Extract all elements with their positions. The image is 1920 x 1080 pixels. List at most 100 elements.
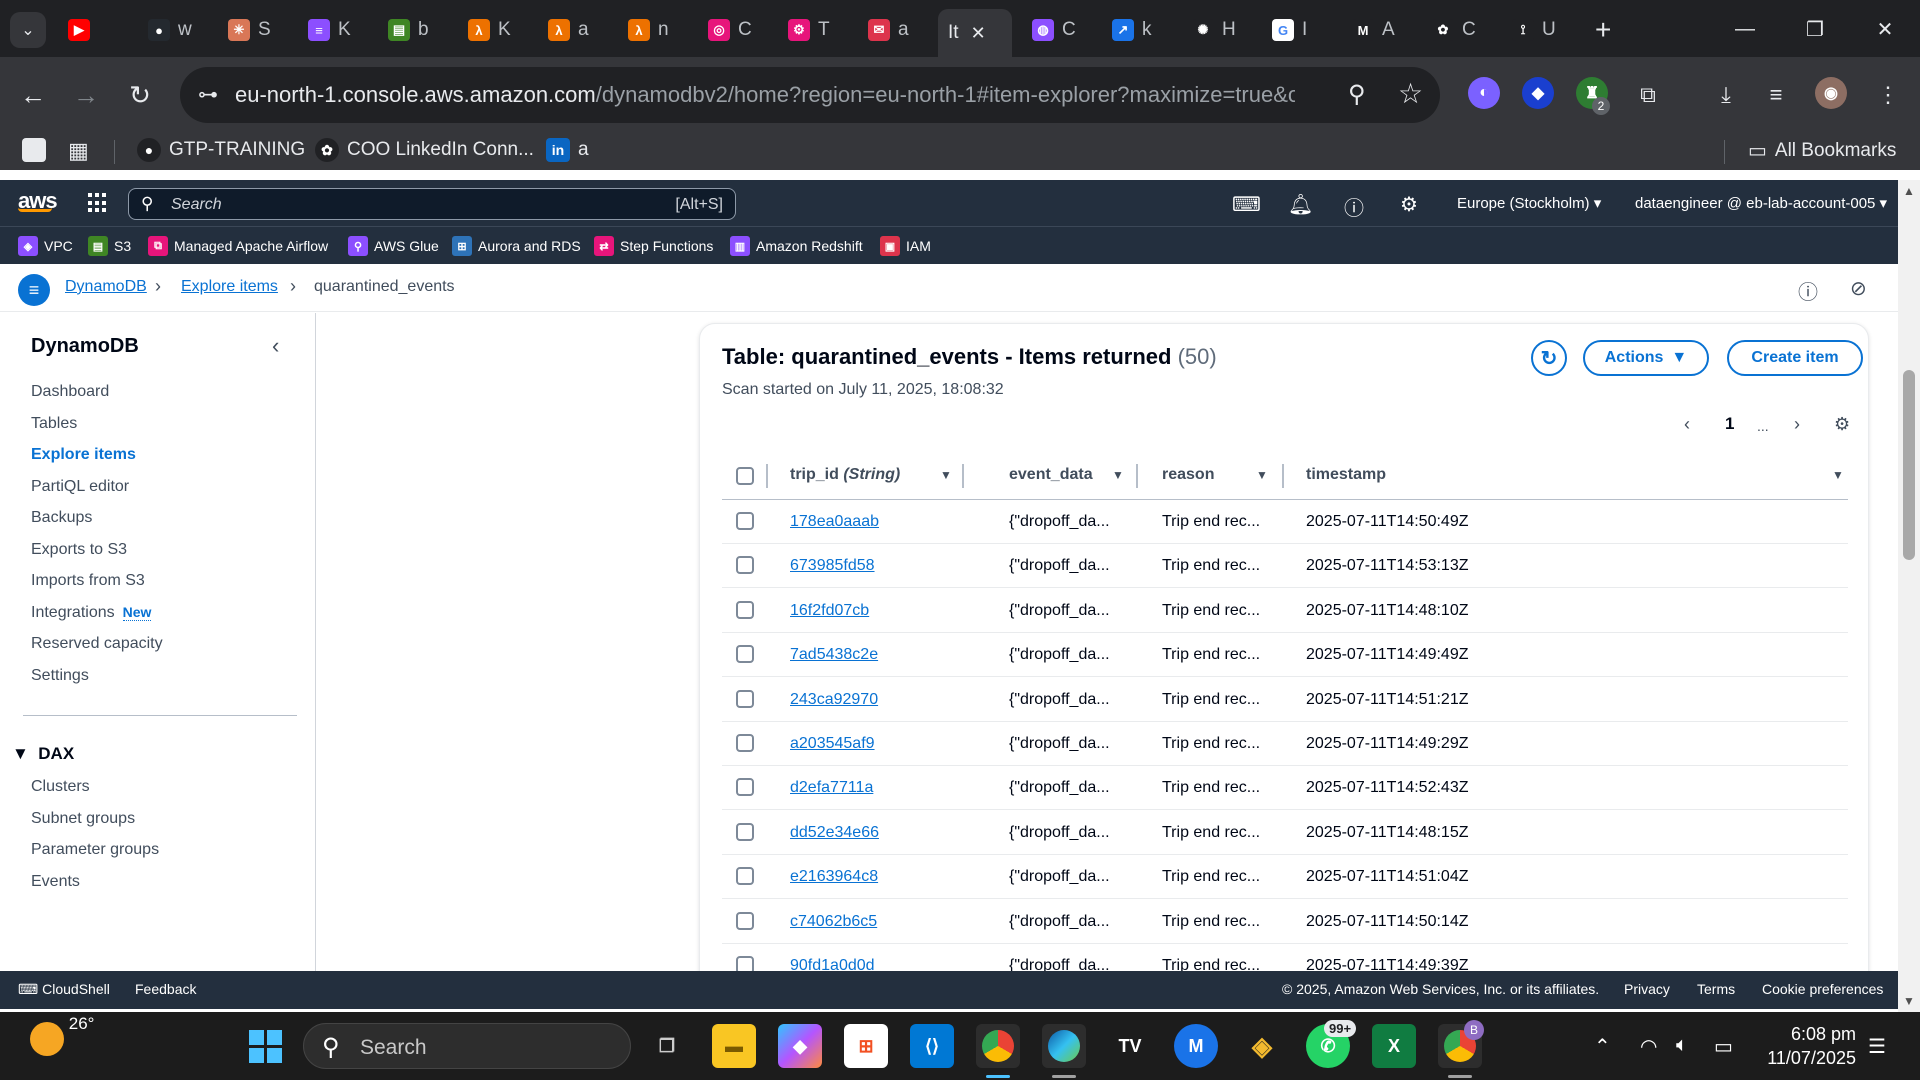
- bookmark-gtp-training[interactable]: ● GTP-TRAINING: [137, 138, 305, 162]
- gmail-tab[interactable]: MA: [1342, 12, 1414, 48]
- row-checkbox[interactable]: [736, 911, 754, 930]
- breadcrumb-dynamodb[interactable]: DynamoDB: [65, 278, 147, 296]
- copilot-icon[interactable]: ◆: [778, 1024, 822, 1068]
- scrollbar-thumb[interactable]: [1903, 370, 1915, 560]
- trip-id-link[interactable]: d2efa7711a: [790, 779, 873, 797]
- row-checkbox[interactable]: [736, 556, 754, 575]
- sort-icon[interactable]: ▼: [940, 468, 952, 482]
- all-bookmarks-button[interactable]: ▭ All Bookmarks: [1748, 138, 1896, 163]
- volume-icon[interactable]: 🔈︎: [1676, 1034, 1688, 1057]
- row-checkbox[interactable]: [736, 512, 754, 530]
- shield-extension-icon[interactable]: ◆: [1522, 77, 1554, 109]
- address-bar[interactable]: ⊶ eu-north-1.console.aws.amazon.com/dyna…: [180, 67, 1440, 123]
- lambda-tab-1[interactable]: λK: [458, 12, 530, 48]
- sidebar-item-dax-parameter-groups[interactable]: Parameter groups: [31, 841, 159, 859]
- table-row[interactable]: a203545af9 {"dropoff_da... Trip end rec...…: [722, 722, 1848, 766]
- sidebar-item-dashboard[interactable]: Dashboard: [31, 383, 109, 401]
- unknown-tab[interactable]: ⟟ U: [1502, 12, 1574, 48]
- privacy-link[interactable]: Privacy: [1624, 981, 1670, 997]
- zoom-icon[interactable]: ⚲: [1348, 80, 1366, 109]
- sidebar-item-imports-from-s3[interactable]: Imports from S3: [31, 572, 145, 590]
- favorite-service-s3[interactable]: ▤ S3: [88, 236, 131, 256]
- create-item-button[interactable]: Create item: [1727, 340, 1863, 376]
- row-checkbox[interactable]: [736, 778, 754, 797]
- github-tab[interactable]: ● w: [138, 12, 210, 48]
- windows-search-box[interactable]: ⚲ Search: [303, 1023, 631, 1069]
- row-checkbox[interactable]: [736, 734, 754, 752]
- bookmark-linkedin[interactable]: in a: [546, 138, 589, 162]
- column-header-event-data[interactable]: event_data: [1009, 466, 1093, 484]
- page-number[interactable]: 1: [1725, 414, 1734, 434]
- bookmark-coo-linkedin[interactable]: ✿ COO LinkedIn Conn...: [315, 138, 534, 162]
- favorite-service-vpc[interactable]: ◈ VPC: [18, 236, 73, 256]
- aws-logo[interactable]: aws: [18, 188, 58, 213]
- favorite-service-amazon-redshift[interactable]: ▥ Amazon Redshift: [730, 236, 863, 256]
- sidebar-item-settings[interactable]: Settings: [31, 667, 89, 685]
- row-checkbox[interactable]: [736, 645, 754, 664]
- new-tab-button[interactable]: +: [1595, 14, 1611, 46]
- row-checkbox[interactable]: [736, 867, 754, 886]
- claude-tab[interactable]: ✳ S: [218, 12, 290, 48]
- column-header-timestamp[interactable]: timestamp: [1306, 466, 1386, 484]
- trip-id-link[interactable]: 243ca92970: [790, 691, 878, 709]
- table-row[interactable]: 7ad5438c2e {"dropoff_da... Trip end rec...…: [722, 633, 1848, 678]
- prev-page-icon[interactable]: ‹: [1684, 414, 1690, 435]
- vscode-icon[interactable]: ⟨⟩: [910, 1024, 954, 1068]
- aws-search-input[interactable]: ⚲ Search [Alt+S]: [128, 188, 736, 220]
- settings-gear-icon[interactable]: ⚙: [1400, 192, 1418, 217]
- microsoft-store-icon[interactable]: ⊞: [844, 1024, 888, 1068]
- preferences-gear-icon[interactable]: ⚙: [1834, 414, 1850, 435]
- notifications-icon[interactable]: ☰: [1868, 1034, 1886, 1059]
- services-menu-icon[interactable]: [88, 193, 108, 213]
- forward-button[interactable]: →: [68, 77, 104, 113]
- refresh-button[interactable]: ↻: [1531, 340, 1567, 376]
- s3-tab[interactable]: ▤ b: [378, 12, 450, 48]
- sidebar-item-tables[interactable]: Tables: [31, 415, 77, 433]
- weather-widget[interactable]: 26°: [30, 1014, 94, 1056]
- side-nav-toggle-icon[interactable]: ≡: [18, 274, 50, 306]
- close-tab-icon[interactable]: ✕: [971, 23, 986, 44]
- extensions-puzzle-icon[interactable]: ⧉: [1630, 77, 1666, 113]
- row-checkbox[interactable]: [736, 689, 754, 708]
- trip-id-link[interactable]: 90fd1a0d0d: [790, 957, 875, 971]
- breadcrumb-explore-items[interactable]: Explore items: [181, 278, 278, 296]
- chrome-menu-icon[interactable]: ⋮: [1870, 77, 1906, 113]
- column-header-trip-id[interactable]: trip_id (String): [790, 466, 900, 484]
- lambda-tab-2[interactable]: λa: [538, 12, 610, 48]
- dax-section-toggle[interactable]: ▼ DAX: [12, 744, 74, 764]
- media-control-icon[interactable]: ≡: [1758, 77, 1794, 113]
- row-checkbox[interactable]: [736, 822, 754, 841]
- metamask-icon[interactable]: M: [1174, 1024, 1218, 1068]
- back-button[interactable]: ←: [15, 77, 51, 113]
- trip-id-link[interactable]: a203545af9: [790, 735, 875, 753]
- wifi-icon[interactable]: ◠: [1640, 1034, 1657, 1059]
- collapse-sidebar-icon[interactable]: ‹: [272, 333, 279, 359]
- sidebar-item-partiql-editor[interactable]: PartiQL editor: [31, 478, 129, 496]
- cloudwatch-tab[interactable]: ◎ C: [698, 12, 770, 48]
- tab-search-button[interactable]: ⌄: [10, 12, 46, 48]
- sidebar-item-exports-to-s3[interactable]: Exports to S3: [31, 541, 127, 559]
- chart-tab[interactable]: ↗ k: [1102, 12, 1174, 48]
- sidebar-item-explore-items[interactable]: Explore items: [31, 446, 136, 464]
- windows-start-icon[interactable]: [243, 1024, 287, 1068]
- extension-icon[interactable]: ◐: [1468, 77, 1500, 109]
- battery-icon[interactable]: ▭: [1714, 1034, 1733, 1059]
- excel-icon[interactable]: X: [1372, 1024, 1416, 1068]
- trip-id-link[interactable]: 7ad5438c2e: [790, 646, 878, 664]
- trip-id-link[interactable]: dd52e34e66: [790, 824, 879, 842]
- page-scrollbar[interactable]: ▲ ▼: [1898, 180, 1920, 1012]
- favorite-service-managed-apache-airflow[interactable]: ⧉ Managed Apache Airflow: [148, 236, 328, 256]
- profile-avatar[interactable]: ◉: [1815, 77, 1847, 109]
- chrome-icon[interactable]: [976, 1024, 1020, 1068]
- downloads-icon[interactable]: ⤓: [1708, 77, 1744, 113]
- trip-id-link[interactable]: 673985fd58: [790, 557, 875, 575]
- close-window-button[interactable]: ✕: [1860, 10, 1910, 48]
- favorite-service-iam[interactable]: ▣ IAM: [880, 236, 931, 256]
- cloudshell-button[interactable]: ⌨ CloudShell: [18, 981, 110, 998]
- table-row[interactable]: e2163964c8 {"dropoff_da... Trip end rec...…: [722, 855, 1848, 900]
- cookie-preferences-link[interactable]: Cookie preferences: [1762, 981, 1883, 997]
- table-row[interactable]: 90fd1a0d0d {"dropoff_da... Trip end rec...…: [722, 944, 1848, 971]
- sidebar-item-integrations[interactable]: Integrations New: [31, 603, 152, 622]
- eventbridge-tab[interactable]: ⚙ T: [778, 12, 850, 48]
- task-view-icon[interactable]: ❐: [645, 1024, 689, 1068]
